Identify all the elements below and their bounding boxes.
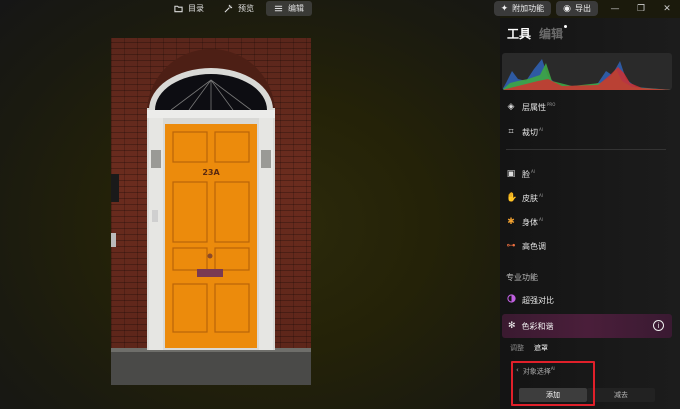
house-number: 23A xyxy=(202,168,220,177)
histogram xyxy=(502,53,672,90)
add-button[interactable]: 添加 xyxy=(519,388,587,402)
color-harmony-label: 色彩和谐 xyxy=(521,321,554,331)
ai-badge: AI xyxy=(550,366,555,371)
door xyxy=(165,124,257,348)
info-icon[interactable]: i xyxy=(653,320,664,331)
high-key-icon: ⊶ xyxy=(506,241,516,251)
folder-icon xyxy=(174,5,183,13)
layers-icon: ◈ xyxy=(507,102,515,112)
color-harmony-header[interactable]: ✻ 色彩和谐 i xyxy=(502,314,672,338)
tab-preview[interactable]: 预览 xyxy=(216,1,262,16)
crop-icon: ⌗ xyxy=(508,127,514,137)
tool-label: 身体 xyxy=(522,217,538,227)
tool-high-key[interactable]: ⊶ 高色调 xyxy=(506,239,547,253)
ai-badge: AI xyxy=(539,192,543,198)
top-bar: 目录 预览 编辑 ✦ 附加功能 ◉ 导出 — ❐ ✕ xyxy=(0,0,680,18)
tool-label: 高色调 xyxy=(522,241,546,251)
tool-label: 皮肤 xyxy=(522,193,538,203)
divider xyxy=(506,149,666,150)
subtab-adjust[interactable]: 调整 xyxy=(510,343,524,353)
tool-layer-properties[interactable]: ◈ 层属性PRO xyxy=(506,100,556,114)
letterbox xyxy=(197,269,223,277)
addon-button[interactable]: ✦ 附加功能 xyxy=(493,1,552,16)
door-photo: 23A xyxy=(111,49,311,385)
tool-super-contrast[interactable]: 超强对比 xyxy=(506,293,554,307)
sliders-icon xyxy=(274,5,283,12)
addon-label: 附加功能 xyxy=(512,4,545,13)
restore-button[interactable]: ❐ xyxy=(628,0,654,17)
subtract-button[interactable]: 减去 xyxy=(587,388,655,402)
view-tabs: 目录 预览 编辑 xyxy=(166,0,312,17)
left-corbel xyxy=(151,150,161,168)
tab-edit-panel[interactable]: 编辑 xyxy=(539,25,568,42)
tool-label: 裁切 xyxy=(522,127,538,137)
photo-preview[interactable]: 23A xyxy=(111,38,311,385)
tab-edit-panel-label: 编辑 xyxy=(539,27,564,41)
skin-icon: ✋ xyxy=(506,193,518,203)
export-icon: ◉ xyxy=(563,3,571,14)
tool-crop[interactable]: ⌗ 裁切AI xyxy=(506,125,543,139)
window-actions: ✦ 附加功能 ◉ 导出 — ❐ ✕ xyxy=(489,0,680,17)
tool-label: 超强对比 xyxy=(522,295,554,305)
tab-preview-label: 预览 xyxy=(238,4,254,13)
pro-badge: PRO xyxy=(547,101,556,107)
panel-tabs: 工具 编辑 xyxy=(507,25,568,42)
ai-badge: AI xyxy=(531,168,535,174)
tab-edit[interactable]: 编辑 xyxy=(266,1,312,16)
export-button[interactable]: ◉ 导出 xyxy=(556,1,598,16)
tab-catalog-label: 目录 xyxy=(188,4,204,13)
object-select[interactable]: ‹ 对象选择AI xyxy=(516,366,555,376)
face-icon: ▣ xyxy=(506,169,516,179)
gear-icon: ✻ xyxy=(508,321,516,331)
subtab-mask[interactable]: 遮罩 xyxy=(534,343,548,353)
pro-section-title: 专业功能 xyxy=(506,273,538,282)
color-harmony-subtabs: 调整 遮罩 xyxy=(510,343,548,353)
tool-body[interactable]: ✱ 身体AI xyxy=(506,215,543,229)
minimize-button[interactable]: — xyxy=(602,0,628,17)
right-panel: 工具 编辑 ◈ 层属性PRO ⌗ 裁切AI ▣ 脸AI ✋ 皮肤AI ✱ 身体A… xyxy=(500,18,680,409)
body-icon: ✱ xyxy=(507,217,515,227)
tool-label: 层属性 xyxy=(522,102,546,112)
ai-badge: AI xyxy=(539,216,543,222)
doorbell xyxy=(152,210,158,222)
ai-badge: AI xyxy=(539,126,543,132)
pavement xyxy=(111,350,311,385)
tool-face[interactable]: ▣ 脸AI xyxy=(506,167,535,181)
sparkle-icon: ✦ xyxy=(500,3,509,14)
export-label: 导出 xyxy=(575,4,591,13)
door-knob xyxy=(207,253,213,259)
tab-tools[interactable]: 工具 xyxy=(507,25,531,42)
tab-catalog[interactable]: 目录 xyxy=(166,1,212,16)
object-select-label: 对象选择 xyxy=(522,367,551,376)
notification-dot xyxy=(564,25,568,28)
magic-wand-icon xyxy=(224,4,233,13)
close-button[interactable]: ✕ xyxy=(654,0,680,17)
tool-label: 脸 xyxy=(522,169,530,179)
right-corbel xyxy=(261,150,271,168)
contrast-icon xyxy=(506,294,516,306)
lamp xyxy=(111,174,119,202)
chevron-left-icon: ‹ xyxy=(516,366,519,374)
tab-edit-label: 编辑 xyxy=(288,4,304,13)
tool-skin[interactable]: ✋ 皮肤AI xyxy=(506,191,543,205)
